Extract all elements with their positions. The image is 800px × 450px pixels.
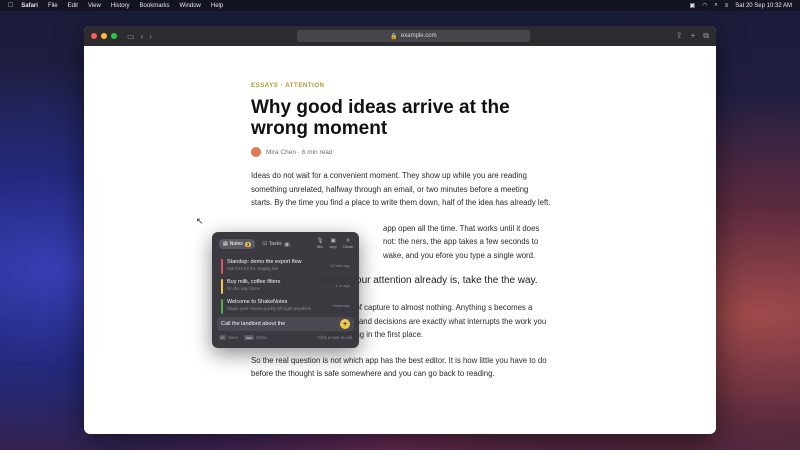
safari-window: ▭ ‹ › 🔒 example.com ⇪ + ⧉ ESSAYS · ATTEN… <box>84 26 716 434</box>
menu-window[interactable]: Window <box>180 3 201 9</box>
tab-tasks-label: Tasks <box>268 241 282 247</box>
menu-bar:  Safari File Edit View History Bookmark… <box>0 0 800 11</box>
app-label: App <box>329 244 337 249</box>
article-kicker: ESSAYS · ATTENTION <box>251 83 325 89</box>
new-tab-icon[interactable]: + <box>691 31 696 41</box>
save-key: ↵ <box>219 335 227 340</box>
menu-file[interactable]: File <box>48 3 58 9</box>
author-text: Mira Chen · 6 min read <box>266 148 333 156</box>
quick-notes-popup: ▤ Notes 3 ☑ Tasks 0 🎙 Mic ▣ App ✕ Close … <box>212 232 359 348</box>
edit-hint: Click a note to edit <box>317 335 352 340</box>
tab-notes[interactable]: ▤ Notes 3 <box>219 239 256 249</box>
menu-bookmarks[interactable]: Bookmarks <box>140 3 170 9</box>
address-bar[interactable]: 🔒 example.com <box>297 30 530 42</box>
url-text: example.com <box>400 33 437 39</box>
tab-overview-icon[interactable]: ⧉ <box>703 31 709 41</box>
close-popup-button[interactable]: ✕ Close <box>343 238 353 249</box>
note-color-bar <box>221 279 223 294</box>
save-hint: Save <box>228 335 238 340</box>
list-item[interactable]: Buy milk, coffee filters On the way home… <box>219 277 352 297</box>
menu-help[interactable]: Help <box>211 3 223 9</box>
menu-safari[interactable]: Safari <box>21 3 38 9</box>
tab-tasks[interactable]: ☑ Tasks 0 <box>258 239 294 249</box>
close-label: Close <box>342 244 353 249</box>
note-color-bar <box>221 299 223 314</box>
forward-icon[interactable]: › <box>149 32 152 41</box>
search-icon[interactable]: ⌕ <box>714 2 717 9</box>
notes-icon: ▤ <box>223 241 228 247</box>
tasks-count-badge: 0 <box>283 241 291 247</box>
add-note-button[interactable]: + <box>340 319 350 329</box>
close-hint: Close <box>256 335 267 340</box>
wifi-icon[interactable]: ◠ <box>702 2 707 9</box>
mouse-cursor: ↖ <box>196 216 204 226</box>
notes-status-icon[interactable]: ▣ <box>689 2 695 9</box>
control-center-icon[interactable]: ≡ <box>725 3 729 9</box>
apple-icon[interactable]:  <box>8 2 13 9</box>
menu-view[interactable]: View <box>88 3 101 9</box>
note-time: Yesterday <box>332 303 350 308</box>
article-title: Why good ideas arrive at the wrong momen… <box>251 97 510 139</box>
back-icon[interactable]: ‹ <box>141 32 144 41</box>
notes-count-badge: 3 <box>244 241 252 247</box>
note-time: 10 min ago <box>330 263 350 268</box>
list-item[interactable]: Welcome to ShakeNotes Shake your mouse q… <box>219 297 352 317</box>
close-window-button[interactable] <box>91 33 97 39</box>
tasks-icon: ☑ <box>262 241 267 247</box>
tab-notes-label: Notes <box>229 241 243 247</box>
note-time: 1 hr ago <box>335 283 350 288</box>
share-icon[interactable]: ⇪ <box>676 31 683 41</box>
popup-footer: ↵ Save esc Close Click a note to edit <box>219 335 352 340</box>
sidebar-icon[interactable]: ▭ <box>127 32 135 41</box>
maximize-window-button[interactable] <box>111 33 117 39</box>
note-color-bar <box>221 259 223 274</box>
note-title: Buy milk, coffee filters <box>227 279 281 285</box>
minimize-window-button[interactable] <box>101 33 107 39</box>
mic-label: Mic <box>317 244 324 249</box>
byline: Mira Chen · 6 min read <box>251 147 551 157</box>
app-button[interactable]: ▣ App <box>330 238 337 249</box>
note-subtitle: On the way home <box>227 286 260 291</box>
mic-button[interactable]: 🎙 Mic <box>317 238 324 249</box>
menu-edit[interactable]: Edit <box>68 3 78 9</box>
paragraph-1: Ideas do not wait for a convenient momen… <box>251 171 551 207</box>
new-note-input[interactable] <box>221 321 340 327</box>
browser-toolbar: ▭ ‹ › 🔒 example.com ⇪ + ⧉ <box>84 26 716 46</box>
list-item[interactable]: Standup: demo the export flow Ask PJ's f… <box>219 257 352 277</box>
new-note-row: + <box>217 317 354 331</box>
avatar <box>251 147 261 157</box>
close-key: esc <box>243 335 255 340</box>
notes-list: Standup: demo the export flow Ask PJ's f… <box>219 257 352 317</box>
menubar-datetime[interactable]: Sat 20 Sep 10:32 AM <box>735 3 792 9</box>
lock-icon: 🔒 <box>390 33 398 40</box>
paragraph-4: So the real question is not which app ha… <box>251 355 547 379</box>
menu-history[interactable]: History <box>111 3 130 9</box>
